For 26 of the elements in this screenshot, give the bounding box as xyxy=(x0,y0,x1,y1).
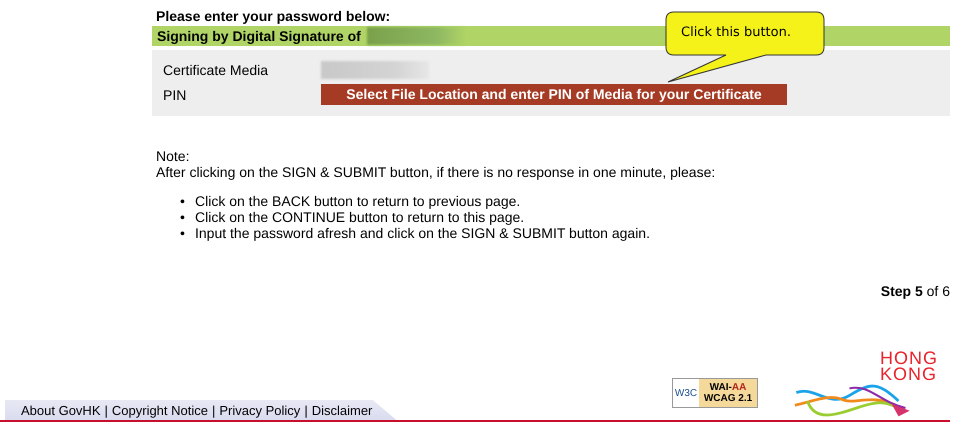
bullet: • xyxy=(180,209,186,225)
separator: | xyxy=(104,402,108,418)
callout-text: Click this button. xyxy=(681,25,791,40)
note-item: Click on the BACK button to return to previous page. xyxy=(195,193,520,209)
separator: | xyxy=(212,402,216,418)
wai-label: WAI-AA xyxy=(710,382,746,393)
footer-link[interactable]: Copyright Notice xyxy=(112,402,208,418)
footer-link[interactable]: About GovHK xyxy=(21,402,100,418)
select-file-button[interactable]: Select File Location and enter PIN of Media for your Certificate xyxy=(321,84,787,105)
step-indicator: Step 5 of 6 xyxy=(880,283,950,299)
note-item: Click on the CONTINUE button to return to this page. xyxy=(195,209,524,225)
field-label: PIN xyxy=(163,86,188,102)
separator: | xyxy=(304,402,308,418)
field-label: Certificate Media xyxy=(163,62,270,78)
logo-word: KONG xyxy=(880,366,938,382)
footer-link[interactable]: Disclaimer xyxy=(312,402,372,418)
note-title: Note: xyxy=(156,148,190,164)
logo-word: HONG xyxy=(880,350,938,366)
footer-link[interactable]: Privacy Policy xyxy=(219,402,300,418)
wcag-label: WCAG 2.1 xyxy=(704,393,752,404)
bullet: • xyxy=(180,193,186,209)
note-text: After clicking on the SIGN & SUBMIT button, if there is no response in one minute, please: xyxy=(156,164,716,180)
note-item: Input the password afresh and click on the SIGN & SUBMIT button again. xyxy=(195,225,650,241)
signing-label: Signing by Digital Signature of xyxy=(157,28,361,44)
form-heading: Please enter your password below: xyxy=(155,8,392,26)
bullet: • xyxy=(180,225,186,241)
